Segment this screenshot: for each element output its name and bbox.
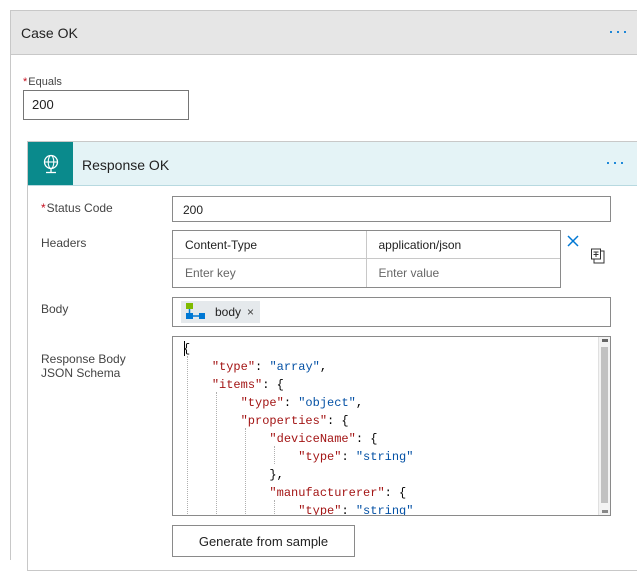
globe-response-icon — [28, 142, 73, 185]
json-schema-editor[interactable]: { "type": "array", "items": { "type": "o… — [172, 336, 611, 516]
header-row: Content-Type application/json — [173, 231, 560, 259]
required-asterisk: * — [41, 201, 46, 215]
case-ok-card: Case OK ··· *Equals 200 Response OK ··· … — [10, 10, 637, 571]
editor-scrollbar[interactable] — [598, 337, 610, 515]
header-key-placeholder-input[interactable]: Enter key — [173, 259, 367, 287]
headers-table: Content-Type application/json Enter key … — [172, 230, 561, 288]
response-more-options-icon[interactable]: ··· — [605, 153, 626, 171]
schema-line: "type": "array", — [211, 360, 328, 374]
scroll-up-icon[interactable] — [602, 339, 608, 342]
body-token-label: body — [215, 305, 242, 319]
remove-header-close-icon[interactable] — [566, 234, 580, 248]
switch-to-text-mode-icon[interactable] — [590, 248, 606, 264]
scroll-down-icon[interactable] — [602, 510, 608, 513]
body-label: Body — [41, 302, 69, 316]
header-value-placeholder-input[interactable]: Enter value — [367, 259, 561, 287]
response-body-json-schema-label: Response Body JSON Schema — [41, 352, 126, 380]
response-header[interactable]: Response OK ··· — [28, 142, 637, 186]
schema-line: "type": "string" — [298, 504, 414, 516]
body-input[interactable]: body × — [172, 297, 611, 327]
required-asterisk: * — [23, 76, 28, 88]
header-row-empty: Enter key Enter value — [173, 259, 560, 287]
response-ok-card: Response OK ··· *Status Code 200 Headers… — [27, 141, 637, 571]
case-more-options-icon[interactable]: ··· — [608, 22, 629, 40]
headers-label: Headers — [41, 236, 87, 250]
schema-line: }, — [183, 468, 284, 482]
json-schema-code: { "type": "array", "items": { "type": "o… — [183, 340, 414, 516]
case-title: Case OK — [21, 25, 78, 41]
remove-token-icon[interactable]: × — [247, 305, 254, 319]
response-title: Response OK — [82, 157, 170, 173]
generate-from-sample-button[interactable]: Generate from sample — [172, 525, 355, 557]
schema-line: "items": { — [211, 378, 284, 392]
schema-line: "deviceName": { — [269, 432, 378, 446]
equals-input[interactable]: 200 — [23, 90, 189, 120]
scroll-thumb[interactable] — [601, 347, 608, 503]
body-token[interactable]: body × — [181, 301, 261, 323]
schema-line: "properties": { — [240, 414, 349, 428]
schema-line: "manufacturerer": { — [269, 486, 407, 500]
schema-line: { — [183, 342, 191, 356]
dynamic-content-icon — [186, 303, 205, 319]
schema-line: "type": "object", — [240, 396, 364, 410]
header-value-input[interactable]: application/json — [367, 231, 561, 258]
header-key-input[interactable]: Content-Type — [173, 231, 367, 258]
equals-label: *Equals — [23, 76, 62, 88]
status-code-input[interactable]: 200 — [172, 196, 611, 222]
case-header[interactable]: Case OK ··· — [11, 11, 637, 55]
schema-line: "type": "string" — [298, 450, 414, 464]
status-code-label: *Status Code — [41, 201, 113, 215]
